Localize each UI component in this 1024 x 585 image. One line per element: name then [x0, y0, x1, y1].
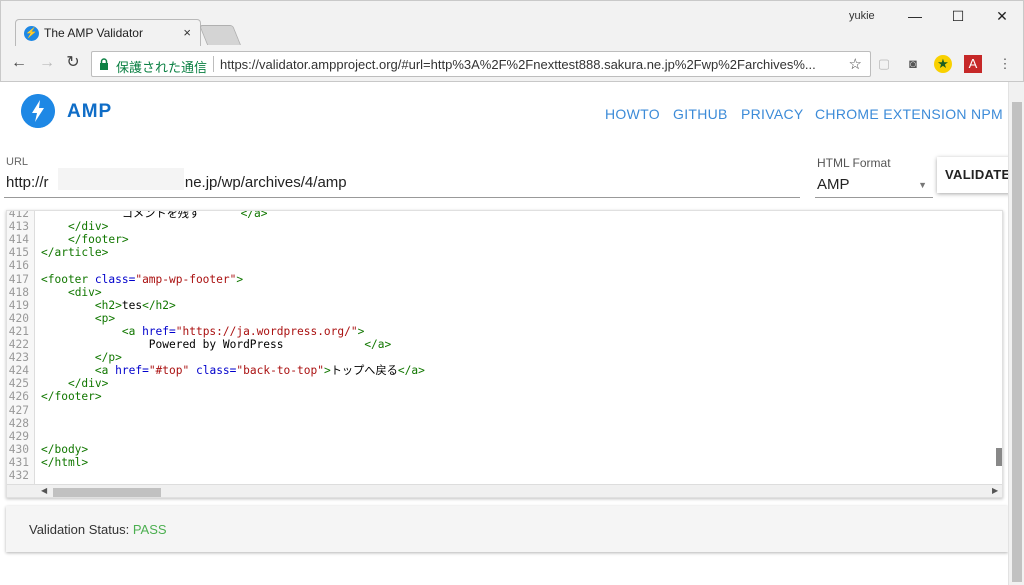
amp-brand-name[interactable]: AMP [67, 101, 112, 123]
code-line[interactable]: 417 <footer class="amp-wp-footer"> [7, 273, 997, 287]
code-line[interactable]: 431 </html> [7, 456, 997, 470]
html-format-value: AMP [817, 176, 850, 193]
url-input-suffix: ne.jp/wp/archives/4/amp [184, 174, 347, 191]
tab-title: The AMP Validator [44, 26, 143, 40]
line-number: 431 [8, 455, 29, 469]
url-input-prefix: http://r [6, 174, 49, 191]
browser-toolbar: ← → ↻ 保護された通信 https://validator.ampproje… [0, 46, 1024, 82]
address-divider [213, 56, 214, 72]
line-number: 432 [8, 469, 29, 482]
tab-close-icon[interactable]: × [183, 25, 191, 40]
nav-privacy[interactable]: PRIVACY [741, 106, 804, 122]
page-vertical-scrollbar[interactable] [1008, 82, 1024, 585]
html-format-select[interactable]: AMP ▼ [815, 174, 933, 198]
code-line[interactable]: 427 [7, 404, 997, 418]
line-number: 425 [8, 377, 29, 391]
code-line[interactable]: 416 [7, 259, 997, 273]
new-tab-button[interactable] [198, 25, 242, 45]
code-line[interactable]: 418 <div> [7, 286, 997, 300]
line-number: 420 [8, 311, 29, 325]
source-code-editor[interactable]: 412 コメントを残す </a> 413 </div> 414 </footer> 4… [6, 210, 1003, 498]
line-number: 426 [8, 390, 29, 404]
validate-button[interactable]: VALIDATE [937, 157, 1017, 193]
scroll-left-icon[interactable]: ◀ [41, 486, 47, 495]
nav-github[interactable]: GITHUB [673, 106, 728, 122]
line-number: 430 [8, 442, 29, 456]
bookmark-star-icon[interactable]: ☆ [849, 55, 862, 73]
line-number: 413 [8, 220, 29, 234]
line-number: 416 [8, 259, 29, 273]
maximize-button[interactable]: ☐ [938, 5, 978, 27]
validator-form: URL http://r ne.jp/wp/archives/4/amp HTM… [0, 152, 1017, 210]
code-line[interactable]: 429 [7, 430, 997, 444]
editor-vertical-thumb[interactable] [996, 448, 1002, 466]
line-number: 429 [8, 429, 29, 443]
address-text[interactable]: https://validator.ampproject.org/#url=ht… [220, 57, 835, 72]
camera-icon[interactable]: ◙ [904, 55, 922, 73]
amp-header: AMP HOWTO GITHUB PRIVACY CHROME EXTENSIO… [0, 82, 1008, 152]
code-line[interactable]: 425 </div> [7, 377, 997, 391]
html-format-label: HTML Format [817, 156, 891, 170]
amp-logo-icon[interactable] [21, 94, 55, 128]
nav-npm[interactable]: NPM [971, 106, 1003, 122]
scroll-right-icon[interactable]: ▶ [992, 486, 998, 495]
amp-favicon-icon: ⚡ [24, 26, 39, 41]
code-line[interactable]: 421 <a href="https://ja.wordpress.org/"> [7, 325, 997, 339]
pdf-icon[interactable]: A [964, 55, 982, 73]
nav-chrome-extension[interactable]: CHROME EXTENSION [815, 106, 967, 122]
line-number: 421 [8, 324, 29, 338]
line-number: 414 [8, 233, 29, 247]
code-line[interactable]: 413 </div> [7, 220, 997, 234]
code-line[interactable]: 430 </body> [7, 443, 997, 457]
minimize-button[interactable]: — [895, 5, 935, 27]
line-number: 423 [8, 351, 29, 365]
line-number: 427 [8, 403, 29, 417]
status-label-text: Validation Status: [29, 522, 133, 537]
code-line[interactable]: 415 </article> [7, 246, 997, 260]
validation-status-label: Validation Status: PASS [29, 522, 167, 537]
nav-howto[interactable]: HOWTO [605, 106, 660, 122]
editor-horizontal-scrollbar[interactable]: ◀ ▶ [7, 484, 1002, 497]
extension-icon[interactable]: ▢ [875, 55, 893, 73]
amp-validator-extension-icon[interactable]: ★ [934, 55, 952, 73]
line-number: 422 [8, 338, 29, 351]
code-line[interactable]: 414 </footer> [7, 233, 997, 247]
profile-name[interactable]: yukie [849, 10, 875, 22]
code-line[interactable]: 420 <p> [7, 312, 997, 326]
lock-icon [100, 58, 108, 70]
dropdown-caret-icon: ▼ [918, 180, 927, 190]
url-label: URL [6, 156, 29, 168]
forward-arrow-icon[interactable]: → [37, 53, 57, 73]
line-number: 418 [8, 285, 29, 299]
window-titlebar: ⚡ The AMP Validator × yukie — ☐ ✕ [0, 0, 1024, 47]
validation-status-panel: Validation Status: PASS [6, 506, 1008, 552]
line-number: 419 [8, 298, 29, 312]
reload-icon[interactable]: ↻ [63, 53, 83, 73]
line-number: 415 [8, 246, 29, 260]
address-bar[interactable]: 保護された通信 https://validator.ampproject.org… [91, 51, 871, 77]
line-number: 424 [8, 364, 29, 378]
secure-connection-label: 保護された通信 [116, 60, 208, 75]
menu-kebab-icon[interactable]: ⋮ [996, 55, 1014, 73]
code-line[interactable]: 426 </footer> [7, 390, 997, 404]
code-line[interactable]: 428 [7, 417, 997, 431]
back-arrow-icon[interactable]: ← [9, 53, 29, 73]
validation-status-value: PASS [132, 522, 167, 537]
code-line[interactable]: 419 <h2>tes</h2> [7, 299, 997, 313]
code-line[interactable]: 424 <a href="#top" class="back-to-top">ト… [7, 364, 997, 378]
line-number: 428 [8, 416, 29, 430]
code-line[interactable]: 422 Powered by WordPress </a> [7, 338, 997, 352]
code-line[interactable]: 423 </p> [7, 351, 997, 365]
line-number: 417 [8, 272, 29, 286]
editor-horizontal-thumb[interactable] [53, 488, 161, 497]
code-line[interactable]: 432 [7, 469, 997, 483]
close-window-button[interactable]: ✕ [982, 5, 1022, 27]
url-redaction-mask [58, 168, 184, 190]
page-scroll-thumb[interactable] [1012, 102, 1022, 582]
browser-tab[interactable]: ⚡ The AMP Validator × [15, 19, 201, 47]
